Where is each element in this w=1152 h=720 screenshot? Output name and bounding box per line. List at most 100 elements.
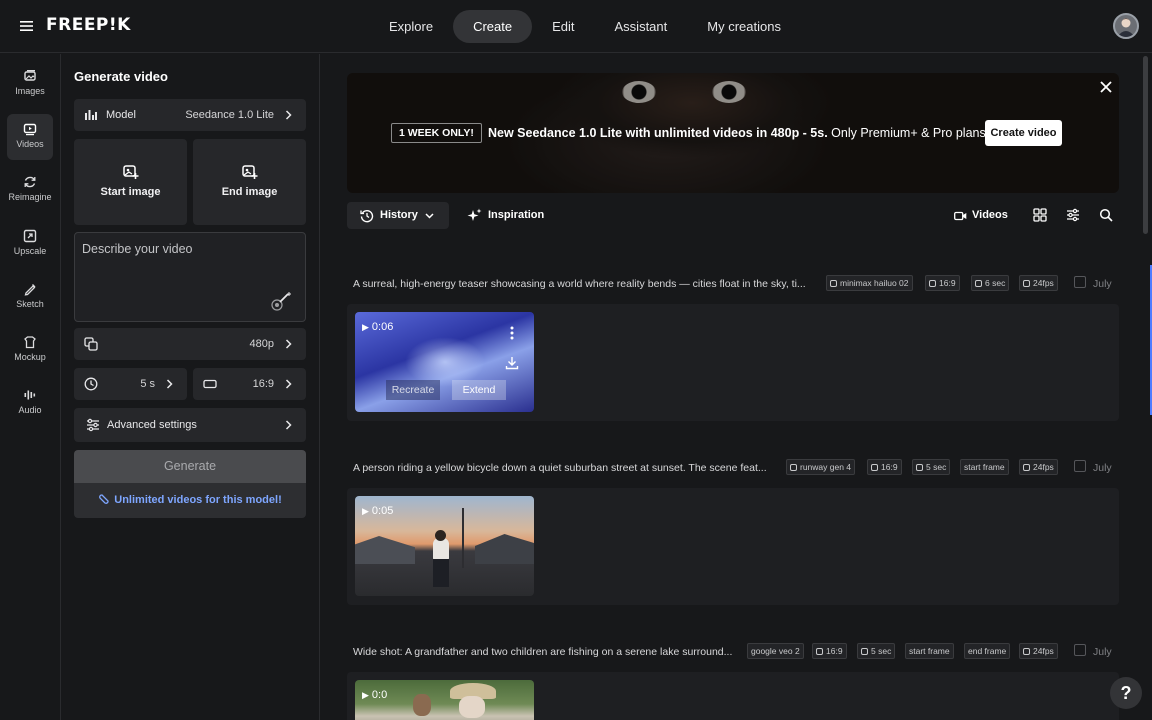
rail-audio[interactable]: Audio [7,380,53,426]
model-icon [85,110,97,120]
duration-value: 5 s [140,378,155,390]
model-value: Seedance 1.0 Lite [185,109,274,121]
chip-duration: 6 sec [971,275,1010,291]
promo-badge: 1 WEEK ONLY! [391,123,482,143]
tool-rail: Images Videos Reimagine Upscale Sketch M… [0,54,61,720]
model-selector[interactable]: Model Seedance 1.0 Lite [74,99,306,131]
help-button[interactable]: ? [1110,677,1142,709]
generation-card-header: A person riding a yellow bicycle down a … [353,458,1113,478]
sliders-icon [87,418,99,432]
chip-aspect: 16:9 [812,643,847,659]
nav-assistant[interactable]: Assistant [595,10,688,43]
select-checkbox[interactable] [1074,644,1086,656]
nav-explore[interactable]: Explore [369,10,453,43]
recreate-button[interactable]: Recreate [386,380,440,400]
card-date: July [1093,462,1112,474]
audio-icon [24,390,36,400]
grid-view-icon[interactable] [1033,208,1047,222]
filter-sliders-icon[interactable] [1066,208,1080,222]
chip-model: google veo 2 [747,643,804,659]
rail-images[interactable]: Images [7,61,53,107]
menu-icon[interactable] [19,19,35,33]
end-image-slot[interactable]: End image [193,139,306,225]
unlimited-text: Unlimited videos for this model! [114,494,282,506]
chip-text: 24fps [1033,278,1054,288]
nav-my-creations[interactable]: My creations [687,10,801,43]
video-duration: 0:06 [362,321,393,333]
magic-wand-icon[interactable] [271,291,293,311]
chip-start-frame: start frame [905,643,954,659]
generation-card: 0:06 Recreate Extend [347,304,1119,421]
videos-icon [23,123,37,136]
promo-text-bold: New Seedance 1.0 Lite with unlimited vid… [488,126,828,140]
chip-end-frame: end frame [964,643,1011,659]
create-video-button[interactable]: Create video [985,120,1062,146]
select-checkbox[interactable] [1074,276,1086,288]
resolution-selector[interactable]: 480p [74,328,306,360]
chevron-right-icon [285,379,292,389]
main-area: 1 WEEK ONLY! New Seedance 1.0 Lite with … [321,54,1152,720]
sparkle-icon [467,208,482,221]
card-prompt[interactable]: A person riding a yellow bicycle down a … [353,462,767,474]
chip-text: 5 sec [926,462,947,472]
freepik-logo[interactable]: FREEP!K [46,15,131,35]
aspect-ratio-selector[interactable]: 16:9 [193,368,306,400]
start-image-label: Start image [100,186,161,198]
chip-fps: 24fps [1019,643,1058,659]
rail-mockup[interactable]: Mockup [7,327,53,373]
resolution-value: 480p [249,338,274,350]
rail-sketch[interactable]: Sketch [7,274,53,320]
chip-text: 16:9 [881,462,898,472]
nav-edit[interactable]: Edit [532,10,594,43]
inspiration-label: Inspiration [488,209,545,221]
video-duration: 0:05 [362,505,393,517]
download-icon[interactable] [505,356,519,370]
generation-card: 0:0 [347,672,1119,720]
rail-reimagine[interactable]: Reimagine [7,167,53,213]
video-thumbnail[interactable]: 0:06 Recreate Extend [355,312,534,412]
video-camera-icon [954,211,967,221]
video-thumbnail[interactable]: 0:05 [355,496,534,596]
more-options-icon[interactable] [508,325,516,341]
scrollbar[interactable] [1143,56,1148,234]
card-prompt[interactable]: Wide shot: A grandfather and two childre… [353,646,732,658]
history-tab[interactable]: History [347,202,449,229]
add-image-icon [122,165,138,179]
resolution-icon [84,337,98,351]
aspect-ratio-icon [203,379,217,389]
chip-duration: 5 sec [857,643,896,659]
promo-banner: 1 WEEK ONLY! New Seedance 1.0 Lite with … [347,73,1119,193]
promo-text: New Seedance 1.0 Lite with unlimited vid… [488,126,989,140]
rail-videos[interactable]: Videos [7,114,53,160]
user-avatar[interactable] [1113,13,1139,39]
generation-card-header: Wide shot: A grandfather and two childre… [353,642,1113,662]
close-icon[interactable] [1098,79,1114,95]
extend-button[interactable]: Extend [452,380,506,400]
chip-text: 24fps [1033,462,1054,472]
history-icon [360,210,374,223]
advanced-settings-label: Advanced settings [107,419,197,431]
rail-label: Reimagine [8,192,52,202]
advanced-settings[interactable]: Advanced settings [74,408,306,442]
chip-model: minimax hailuo 02 [826,275,913,291]
rail-label: Sketch [16,299,44,309]
prompt-placeholder: Describe your video [82,242,193,256]
generate-button[interactable]: Generate [74,450,306,483]
video-thumbnail[interactable]: 0:0 [355,680,534,720]
rail-label: Videos [16,139,44,149]
start-image-slot[interactable]: Start image [74,139,187,225]
prompt-textarea[interactable]: Describe your video [74,232,306,322]
card-prompt[interactable]: A surreal, high-energy teaser showcasing… [353,278,806,290]
nav-create[interactable]: Create [453,10,533,43]
duration-selector[interactable]: 5 s [74,368,187,400]
rail-upscale[interactable]: Upscale [7,221,53,267]
select-checkbox[interactable] [1074,460,1086,472]
unlimited-note: Unlimited videos for this model! [74,483,306,518]
generate-panel: Generate video Model Seedance 1.0 Lite S… [62,54,320,720]
chip-fps: 24fps [1019,459,1058,475]
search-icon[interactable] [1099,208,1113,222]
chip-text: google veo 2 [751,646,800,656]
card-date: July [1093,278,1112,290]
rail-label: Upscale [13,246,47,256]
panel-title: Generate video [74,69,168,84]
